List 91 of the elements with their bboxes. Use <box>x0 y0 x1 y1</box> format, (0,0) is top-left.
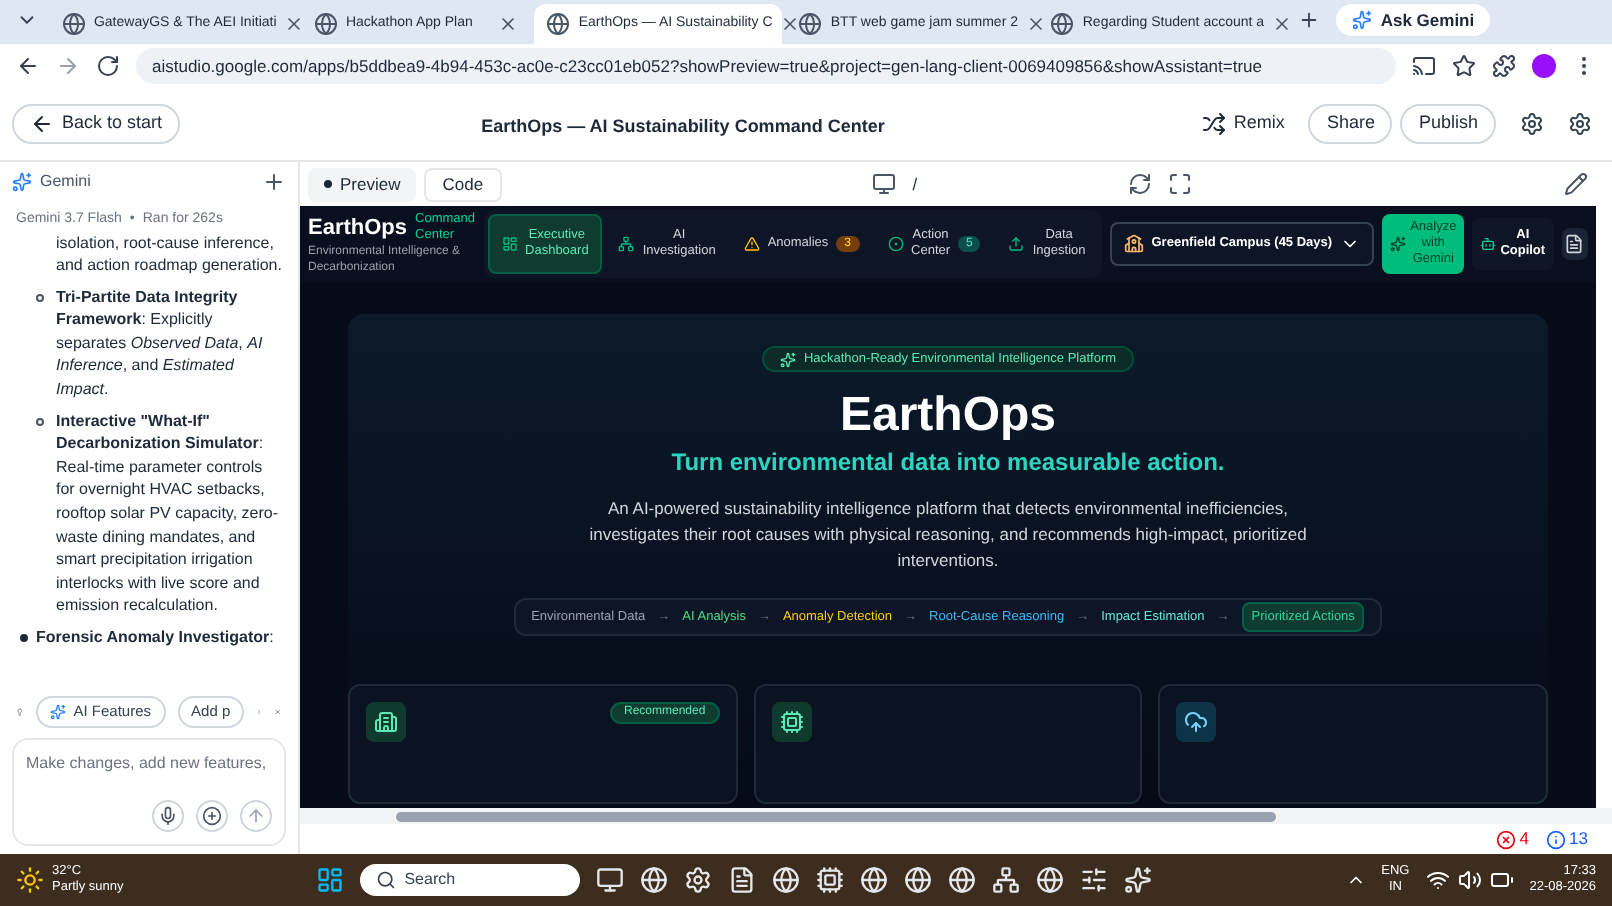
hero-subtitle: Turn environmental data into measurable action. <box>671 446 1225 480</box>
taskbar-app-icon[interactable] <box>992 866 1021 894</box>
dashboard-icon <box>501 236 518 252</box>
sparkle-icon <box>1352 10 1373 30</box>
response-text: isolation, root-cause inference, and action roadmap generation. <box>56 231 282 278</box>
back-icon[interactable] <box>16 54 40 78</box>
view-tab[interactable]: Preview <box>308 167 417 201</box>
taskbar-app-icon[interactable] <box>904 866 933 894</box>
site-icon <box>313 12 338 36</box>
view-tab[interactable]: Code <box>424 167 502 201</box>
taskbar-app-icon[interactable] <box>640 866 669 894</box>
target-icon <box>887 236 904 252</box>
taskbar-app-icon[interactable] <box>684 866 713 894</box>
site-icon <box>61 12 86 36</box>
brand-logo: EarthOps <box>308 213 408 244</box>
network-icon <box>618 236 635 252</box>
panel-title: Gemini <box>40 170 93 194</box>
reload-icon[interactable] <box>96 54 120 78</box>
weather-icon <box>16 866 44 894</box>
taskbar-app-icon[interactable] <box>772 866 801 894</box>
settings-icon[interactable] <box>1568 112 1592 136</box>
response-text: Forensic Anomaly Investigator: <box>36 626 276 650</box>
scrollbar-thumb[interactable] <box>396 811 1276 821</box>
back-arrow-icon <box>30 112 54 136</box>
new-chat-icon[interactable] <box>262 170 286 194</box>
close-icon[interactable] <box>284 14 305 34</box>
site-icon <box>546 12 571 36</box>
new-tab-icon[interactable] <box>1298 8 1321 32</box>
settings-icon[interactable] <box>1520 112 1544 136</box>
forward-icon[interactable] <box>56 54 80 78</box>
close-icon[interactable] <box>1272 14 1293 34</box>
taskbar-app-icon[interactable] <box>948 866 977 894</box>
prompt-input[interactable]: Make changes, add new features, <box>26 752 272 776</box>
ask-gemini-button[interactable]: Ask Gemini <box>1336 4 1491 36</box>
avatar[interactable] <box>1532 54 1556 78</box>
sparkle-icon <box>779 351 796 367</box>
page-title: EarthOps — AI Sustainability Command Center <box>481 116 885 136</box>
route-path: / <box>912 171 920 197</box>
taskbar-app-icon[interactable] <box>1036 866 1065 894</box>
taskbar-app-icon[interactable] <box>816 866 845 894</box>
info-count[interactable]: 13 <box>1545 826 1588 852</box>
refresh-icon[interactable] <box>1128 172 1153 196</box>
upload-icon <box>1008 236 1025 252</box>
taskbar-app-icon[interactable] <box>596 866 625 894</box>
error-count[interactable]: 4 <box>1495 826 1530 852</box>
gemini-icon <box>12 172 32 192</box>
response-text: Tri-Partite Data Integrity Framework: Explicitly separates Observed Data, AI Inference, and Estimated Impact. <box>56 285 265 402</box>
prompt-box[interactable]: Make changes, add new features, <box>12 738 286 846</box>
document-icon <box>1564 234 1585 254</box>
taskbar-app-icon[interactable] <box>1124 866 1153 894</box>
remix-button[interactable]: Remix <box>1185 104 1301 144</box>
edit-icon[interactable] <box>1564 172 1588 196</box>
hero-description: An AI-powered sustainability intelligence platform that detects environmental inefficiencies, investigates their root causes with physical reasoning, and recommends high-impact, prioritized interventions. <box>588 496 1308 574</box>
taskbar-app-icon[interactable] <box>728 866 757 894</box>
sparkle-icon <box>49 704 66 720</box>
close-icon[interactable] <box>1026 14 1046 34</box>
taskbar-app-icon[interactable] <box>860 866 889 894</box>
start-icon[interactable] <box>316 866 345 894</box>
header-button[interactable]: Share <box>1308 104 1393 144</box>
error-icon <box>1495 829 1516 849</box>
volume-icon[interactable] <box>1457 868 1482 892</box>
bookmark-icon[interactable] <box>1452 54 1476 78</box>
search-icon <box>376 870 397 890</box>
taskbar-search[interactable]: Search <box>360 864 581 896</box>
close-icon[interactable] <box>498 14 519 34</box>
warning-icon <box>743 236 760 252</box>
battery-icon[interactable] <box>1489 868 1514 892</box>
hero-title: EarthOps <box>839 388 1057 444</box>
device-icon[interactable] <box>872 172 897 196</box>
site-icon <box>1050 12 1075 36</box>
extensions-icon[interactable] <box>1492 54 1516 78</box>
info-icon <box>1545 829 1566 849</box>
close-icon[interactable] <box>780 14 801 34</box>
report-button[interactable] <box>1561 228 1588 260</box>
robot-icon <box>1480 236 1497 252</box>
sparkle-icon <box>1390 236 1407 252</box>
upload-icon <box>1184 710 1209 734</box>
taskbar-app-icon[interactable] <box>1080 866 1109 894</box>
back-to-start-button[interactable]: Back to start <box>12 104 181 144</box>
site-icon <box>798 12 823 36</box>
address-bar[interactable]: aistudio.google.com/apps/b5ddbea9-4b94-453c-ac0e-c23cc01eb052?showPreview=true&project=gen-lang-client-0069409856&showAssistant=true <box>136 48 1396 84</box>
cast-icon[interactable] <box>1412 54 1436 78</box>
building-icon <box>374 710 398 734</box>
response-text: Interactive "What-If" Decarbonization Simulator: Real-time parameter controls for overnight HVAC setbacks, rooftop solar PV capacity, zero-waste dining mandates, and smart precipitation irrigation interlocks with live score and emission recalculation. <box>56 409 281 618</box>
school-icon <box>1123 234 1144 254</box>
microphone-icon[interactable] <box>152 800 184 832</box>
remix-icon <box>1201 112 1226 136</box>
fullscreen-icon[interactable] <box>1168 172 1193 196</box>
header-button[interactable]: Publish <box>1400 104 1496 144</box>
chip-icon <box>779 710 804 734</box>
add-icon[interactable] <box>196 800 228 832</box>
